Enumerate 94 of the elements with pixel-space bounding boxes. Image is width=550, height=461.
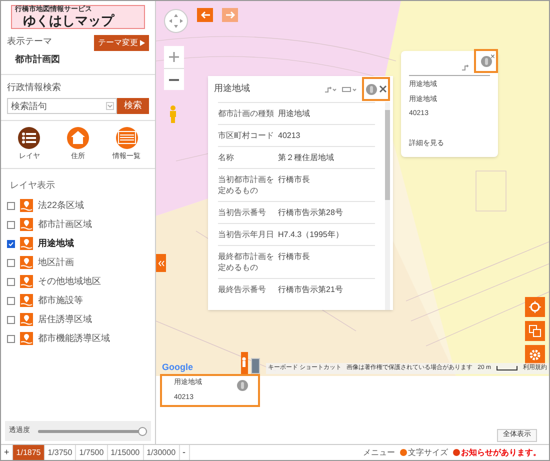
chevron-down-icon <box>106 102 114 110</box>
list-icon <box>22 132 36 144</box>
layer-label[interactable]: その他地域地区 <box>38 274 101 288</box>
settings-button[interactable] <box>525 345 545 365</box>
ruler-icon[interactable] <box>342 86 358 92</box>
map-pin-icon <box>20 275 33 288</box>
copy-icon <box>529 325 541 337</box>
scale-option[interactable]: 1/7500 <box>76 445 108 460</box>
locate-button[interactable] <box>525 297 545 317</box>
theme-value: 都市計画図 <box>14 52 60 66</box>
layer-checkbox[interactable] <box>7 296 15 304</box>
attribute-name: 最終告示番号 <box>218 284 267 295</box>
slider-thumb[interactable] <box>138 426 147 436</box>
theme-label: 表示テーマ <box>7 35 53 48</box>
attribute-value: 行橋市長 <box>278 251 311 263</box>
pin-badge-icon[interactable] <box>480 56 492 66</box>
attribute-value: 40213 <box>278 130 302 141</box>
pegman-icon <box>241 357 248 369</box>
attribute-value: 用途地域 <box>278 108 311 119</box>
arrow-right-icon <box>226 11 234 19</box>
layer-label[interactable]: 法22条区域 <box>38 198 84 212</box>
scale-option[interactable]: 1/15000 <box>108 445 144 460</box>
notice-link[interactable]: お知らせがあります。 <box>461 446 541 458</box>
attribute-name: 都市計画の種類 <box>218 108 274 119</box>
pin-badge-icon[interactable] <box>237 380 248 391</box>
map-pin-icon <box>20 313 33 326</box>
house-icon <box>70 131 85 144</box>
layers-button[interactable] <box>525 321 545 341</box>
table-icon <box>118 131 136 144</box>
pan-arrows-icon <box>169 14 183 28</box>
settings-icon <box>529 349 541 361</box>
triangle-icon <box>140 40 145 46</box>
layer-checkbox[interactable] <box>7 316 15 324</box>
attribute-value: 行橋市長 <box>278 174 311 186</box>
panel-collapse-button[interactable] <box>156 254 166 272</box>
map-pin-icon <box>20 256 33 269</box>
close-icon[interactable] <box>378 85 386 93</box>
layers-title: レイヤ表示 <box>9 179 55 192</box>
attribute-name: 市区町村コード <box>218 130 274 141</box>
menu-link[interactable]: メニュー <box>363 446 395 458</box>
popup-title: 用途地域 <box>214 82 250 96</box>
scale-option[interactable]: 1/3750 <box>44 445 76 460</box>
font-size-icon <box>400 449 407 456</box>
attribute-value: 行橋市告示第28号 <box>278 207 344 218</box>
map-pin-icon <box>20 332 33 345</box>
scale-zoom-out-button[interactable]: - <box>180 445 190 460</box>
search-button[interactable]: 検索 <box>117 98 149 114</box>
map-pin-icon <box>20 237 33 250</box>
font-size-link[interactable]: 文字サイズ <box>408 446 448 458</box>
layer-label[interactable]: 居住誘導区域 <box>38 312 92 326</box>
attribute-value: 第２種住居地域 <box>278 152 335 163</box>
pin-badge-icon[interactable] <box>366 84 376 94</box>
search-label: 行政情報検索 <box>7 81 62 94</box>
map-pin-icon <box>20 218 33 231</box>
attribute-value: H7.4.3（1995年） <box>278 229 344 240</box>
attribute-value: 行橋市告示第21号 <box>278 284 344 295</box>
google-logo: Google <box>162 360 193 374</box>
attribute-name: 当初告示年月日 <box>218 229 274 240</box>
layer-label[interactable]: 用途地域 <box>38 236 74 250</box>
check-icon <box>8 240 14 246</box>
double-chevron-left-icon <box>158 260 164 266</box>
map-pin-icon <box>20 199 33 212</box>
opacity-slider[interactable] <box>38 426 147 436</box>
attribute-name: 当初都市計画を定めるもの <box>218 174 274 196</box>
scale-option[interactable]: 1/30000 <box>144 445 180 460</box>
forward-button[interactable] <box>222 8 238 22</box>
search-field[interactable]: 検索語句 <box>7 98 117 114</box>
layer-label[interactable]: 都市施設等 <box>38 294 83 308</box>
layer-label[interactable]: 都市計画区域 <box>38 218 92 232</box>
layer-checkbox[interactable] <box>7 258 15 266</box>
crosshair-icon <box>529 301 541 313</box>
layer-label[interactable]: 都市機能誘導区域 <box>38 332 110 346</box>
layer-checkbox[interactable] <box>7 278 15 286</box>
attribute-name: 名称 <box>218 152 235 163</box>
layer-checkbox[interactable] <box>7 334 15 342</box>
route-icon[interactable] <box>325 86 338 92</box>
plus-icon <box>169 52 179 62</box>
arrow-left-icon <box>200 11 210 19</box>
scrollbar[interactable] <box>385 102 390 310</box>
theme-change-button[interactable]: テーマ変更 <box>94 35 149 51</box>
layer-checkbox[interactable] <box>7 220 15 228</box>
close-button[interactable]: × <box>490 51 495 63</box>
map-pin-icon <box>20 294 33 307</box>
attribute-name: 最終都市計画を定めるもの <box>218 251 274 273</box>
minus-icon <box>169 78 179 82</box>
scale-option[interactable]: 1/1875 <box>13 445 45 460</box>
layer-checkbox[interactable] <box>7 240 15 248</box>
notice-icon <box>453 449 460 456</box>
layer-label[interactable]: 地区計画 <box>38 256 74 270</box>
back-button[interactable] <box>197 8 213 22</box>
attribute-name: 当初告示番号 <box>218 207 267 218</box>
layer-checkbox[interactable] <box>7 202 15 210</box>
scale-bar-icon <box>496 366 518 371</box>
street-view-button[interactable] <box>241 352 248 374</box>
